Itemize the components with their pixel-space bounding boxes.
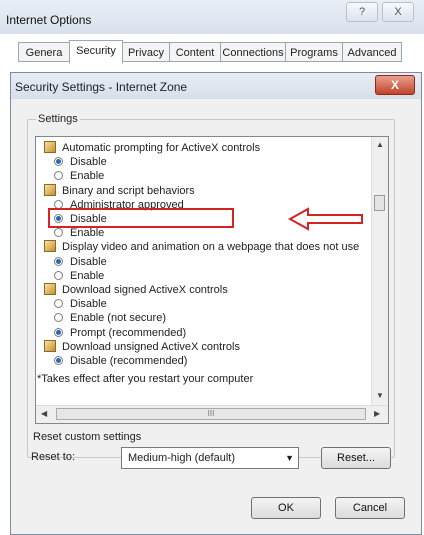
setting-header: Download unsigned ActiveX controls <box>44 339 240 354</box>
reset-group: Reset custom settings Reset to: Medium-h… <box>27 431 399 487</box>
setting-header: Automatic prompting for ActiveX controls <box>44 141 261 155</box>
help-button[interactable]: ? <box>346 2 378 22</box>
radio-button[interactable] <box>54 299 63 309</box>
setting-radio-option[interactable]: Prompt (recommended) <box>54 326 187 340</box>
setting-label: Enable <box>70 269 105 282</box>
reset-button[interactable]: Reset... <box>321 447 391 469</box>
setting-label: Enable <box>70 170 105 183</box>
setting-header: Binary and script behaviors <box>44 183 195 198</box>
radio-button[interactable] <box>54 356 63 365</box>
setting-radio-option[interactable]: Disable <box>54 297 107 311</box>
setting-radio-option[interactable]: Enable <box>54 269 105 283</box>
horizontal-scrollbar[interactable]: ◀ III ▶ <box>36 405 388 423</box>
tab-programs[interactable]: Programs <box>285 42 343 62</box>
settings-group-label: Settings <box>36 113 80 125</box>
radio-button[interactable] <box>54 157 63 167</box>
setting-category-icon <box>44 240 56 253</box>
reset-group-label: Reset custom settings <box>33 431 142 443</box>
tab-general[interactable]: Genera <box>18 42 70 62</box>
ok-button[interactable]: OK <box>251 497 321 519</box>
setting-label: Display video and animation on a webpage… <box>62 241 360 254</box>
setting-header: Download signed ActiveX controls <box>44 283 228 297</box>
outer-close-button[interactable]: X <box>382 2 414 22</box>
setting-label: Binary and script behaviors <box>62 184 195 197</box>
setting-category-icon <box>44 183 56 196</box>
radio-button[interactable] <box>54 270 63 280</box>
outer-titlebar: Internet Options ? X <box>0 0 424 34</box>
radio-button[interactable] <box>54 313 63 323</box>
setting-label: Enable <box>70 227 105 240</box>
radio-button[interactable] <box>54 171 63 181</box>
vertical-scrollbar[interactable]: ▲ ▼ <box>371 137 388 405</box>
tab-security[interactable]: Security <box>69 40 123 64</box>
vertical-scroll-thumb[interactable] <box>374 195 385 211</box>
restart-note: *Takes effect after you restart your com… <box>37 373 254 385</box>
scroll-up-arrow-icon[interactable]: ▲ <box>376 140 384 149</box>
setting-label: Prompt (recommended) <box>70 326 187 339</box>
reset-level-value: Medium-high (default) <box>128 452 235 464</box>
radio-button[interactable] <box>54 228 63 238</box>
tab-content[interactable]: Content <box>169 42 221 62</box>
cancel-button[interactable]: Cancel <box>335 497 405 519</box>
setting-category-icon <box>44 283 56 295</box>
outer-window-title: Internet Options <box>6 13 92 27</box>
setting-radio-option[interactable]: Disable (recommended) <box>54 354 188 368</box>
chevron-down-icon: ▼ <box>285 453 294 463</box>
setting-category-icon <box>44 141 56 153</box>
setting-label: Disable (recommended) <box>70 355 188 367</box>
radio-button[interactable] <box>54 327 63 337</box>
security-settings-dialog: Security Settings - Internet Zone X Sett… <box>10 72 422 535</box>
setting-label: Automatic prompting for ActiveX controls <box>62 142 261 154</box>
setting-label: Download signed ActiveX controls <box>62 284 228 296</box>
radio-button[interactable] <box>54 256 63 266</box>
setting-radio-option[interactable]: Enable (not secure) <box>54 311 166 325</box>
dialog-title: Security Settings - Internet Zone <box>15 80 188 94</box>
setting-radio-option[interactable]: Disable <box>54 155 107 169</box>
dialog-titlebar: Security Settings - Internet Zone X <box>11 73 421 99</box>
setting-radio-option[interactable]: Disable <box>54 255 107 269</box>
tab-advanced[interactable]: Advanced <box>342 42 402 62</box>
setting-radio-option[interactable]: Enable <box>54 226 105 240</box>
setting-label: Disable <box>70 298 107 311</box>
annotation-highlight-box <box>48 208 234 228</box>
setting-label: Download unsigned ActiveX controls <box>62 340 240 353</box>
scroll-right-arrow-icon[interactable]: ▶ <box>374 409 380 418</box>
dialog-close-button[interactable]: X <box>375 75 415 95</box>
setting-label: Disable <box>70 156 107 169</box>
tab-connections[interactable]: Connections <box>220 42 286 62</box>
setting-category-icon <box>44 339 56 352</box>
scroll-left-arrow-icon[interactable]: ◀ <box>41 409 47 418</box>
setting-header: Display video and animation on a webpage… <box>44 240 360 254</box>
reset-to-label: Reset to: <box>31 451 76 463</box>
horizontal-scroll-thumb[interactable]: III <box>56 408 366 420</box>
annotation-arrow-icon <box>288 207 363 231</box>
reset-level-select[interactable]: Medium-high (default) ▼ <box>121 447 299 469</box>
settings-group: Settings Automatic prompting for ActiveX… <box>27 113 395 458</box>
scroll-down-arrow-icon[interactable]: ▼ <box>376 391 384 400</box>
tab-privacy[interactable]: Privacy <box>122 42 170 62</box>
setting-radio-option[interactable]: Enable <box>54 169 105 183</box>
setting-label: Enable (not secure) <box>70 312 166 325</box>
setting-label: Disable <box>70 255 107 268</box>
